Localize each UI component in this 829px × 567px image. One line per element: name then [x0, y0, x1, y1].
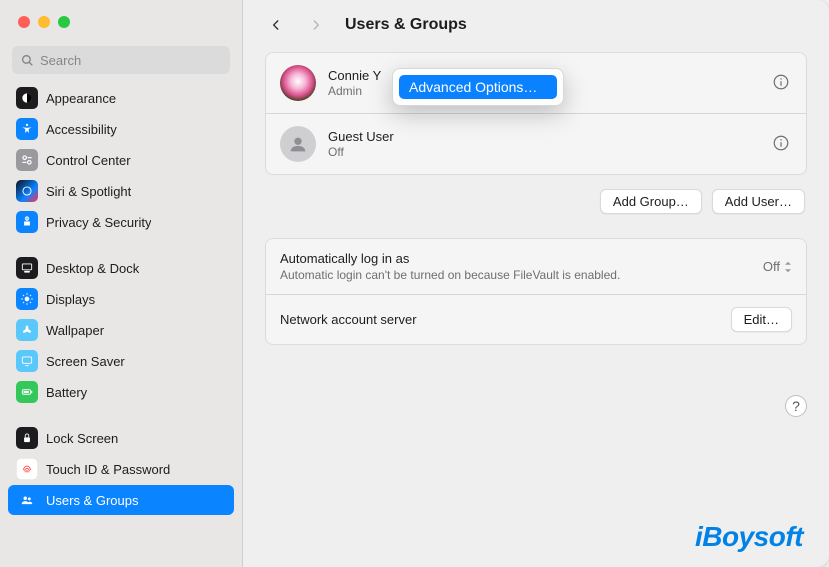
user-role: Admin — [328, 84, 381, 98]
sidebar-item-label: Wallpaper — [46, 323, 104, 338]
sidebar-item-label: Privacy & Security — [46, 215, 151, 230]
setting-title: Automatically log in as — [280, 251, 751, 266]
auto-login-row[interactable]: Automatically log in as Automatic login … — [266, 239, 806, 294]
info-icon — [772, 73, 790, 91]
lock-icon — [16, 427, 38, 449]
back-button[interactable] — [265, 12, 287, 38]
sidebar-item-label: Battery — [46, 385, 87, 400]
touch-id-icon — [16, 458, 38, 480]
user-text: Connie Y Admin — [328, 68, 381, 98]
setting-title: Network account server — [280, 312, 719, 327]
control-center-icon — [16, 149, 38, 171]
sidebar-item-label: Siri & Spotlight — [46, 184, 131, 199]
search-input[interactable] — [40, 53, 222, 68]
network-account-row: Network account server Edit… — [266, 294, 806, 344]
sidebar-item-wallpaper[interactable]: Wallpaper — [8, 315, 234, 345]
sidebar-item-desktop-dock[interactable]: Desktop & Dock — [8, 253, 234, 283]
add-user-button[interactable]: Add User… — [712, 189, 805, 214]
page-title: Users & Groups — [345, 16, 467, 34]
sidebar-item-label: Lock Screen — [46, 431, 118, 446]
sidebar-item-label: Accessibility — [46, 122, 117, 137]
auto-login-value-text: Off — [763, 259, 780, 274]
user-name: Guest User — [328, 129, 394, 145]
sidebar-item-label: Appearance — [46, 91, 116, 106]
search-icon — [20, 53, 34, 67]
sidebar-item-battery[interactable]: Battery — [8, 377, 234, 407]
sidebar-item-privacy-security[interactable]: Privacy & Security — [8, 207, 234, 237]
info-icon — [772, 134, 790, 152]
user-actions: Add Group… Add User… — [265, 189, 805, 214]
privacy-icon — [16, 211, 38, 233]
context-menu: Advanced Options… — [392, 68, 564, 106]
wallpaper-icon — [16, 319, 38, 341]
user-role: Off — [328, 145, 394, 159]
sidebar: Appearance Accessibility Control Center … — [0, 0, 243, 567]
sidebar-item-label: Screen Saver — [46, 354, 125, 369]
forward-button[interactable] — [305, 12, 327, 38]
zoom-window-button[interactable] — [58, 16, 70, 28]
sidebar-item-label: Control Center — [46, 153, 131, 168]
screensaver-icon — [16, 350, 38, 372]
window-controls — [0, 0, 242, 42]
avatar — [280, 65, 316, 101]
siri-icon — [16, 180, 38, 202]
watermark: iBoysoft — [695, 521, 803, 553]
sidebar-item-label: Users & Groups — [46, 493, 138, 508]
sidebar-item-touch-id[interactable]: Touch ID & Password — [8, 454, 234, 484]
displays-icon — [16, 288, 38, 310]
sidebar-item-lock-screen[interactable]: Lock Screen — [8, 423, 234, 453]
guest-avatar-icon — [287, 133, 309, 155]
avatar — [280, 126, 316, 162]
setting-note: Automatic login can't be turned on becau… — [280, 268, 751, 282]
user-info-button[interactable] — [770, 71, 792, 96]
users-groups-icon — [16, 489, 38, 511]
appearance-icon — [16, 87, 38, 109]
sidebar-item-label: Displays — [46, 292, 95, 307]
context-menu-item-advanced-options[interactable]: Advanced Options… — [399, 75, 557, 99]
add-group-button[interactable]: Add Group… — [600, 189, 702, 214]
user-row[interactable]: Guest User Off — [266, 113, 806, 174]
sidebar-item-screen-saver[interactable]: Screen Saver — [8, 346, 234, 376]
up-down-chevron-icon — [784, 261, 792, 273]
sidebar-item-siri-spotlight[interactable]: Siri & Spotlight — [8, 176, 234, 206]
sidebar-item-appearance[interactable]: Appearance — [8, 83, 234, 113]
user-info-button[interactable] — [770, 132, 792, 157]
search-field[interactable] — [12, 46, 230, 74]
sidebar-item-label: Touch ID & Password — [46, 462, 170, 477]
minimize-window-button[interactable] — [38, 16, 50, 28]
user-text: Guest User Off — [328, 129, 394, 159]
sidebar-item-users-groups[interactable]: Users & Groups — [8, 485, 234, 515]
header: Users & Groups — [265, 12, 807, 38]
sidebar-item-displays[interactable]: Displays — [8, 284, 234, 314]
help-button[interactable]: ? — [785, 395, 807, 417]
close-window-button[interactable] — [18, 16, 30, 28]
sidebar-item-label: Desktop & Dock — [46, 261, 139, 276]
accessibility-icon — [16, 118, 38, 140]
sidebar-item-control-center[interactable]: Control Center — [8, 145, 234, 175]
sidebar-nav: Appearance Accessibility Control Center … — [0, 82, 242, 516]
login-settings: Automatically log in as Automatic login … — [265, 238, 807, 345]
sidebar-item-accessibility[interactable]: Accessibility — [8, 114, 234, 144]
edit-network-button[interactable]: Edit… — [731, 307, 792, 332]
auto-login-value[interactable]: Off — [763, 259, 792, 274]
battery-icon — [16, 381, 38, 403]
desktop-dock-icon — [16, 257, 38, 279]
user-name: Connie Y — [328, 68, 381, 84]
